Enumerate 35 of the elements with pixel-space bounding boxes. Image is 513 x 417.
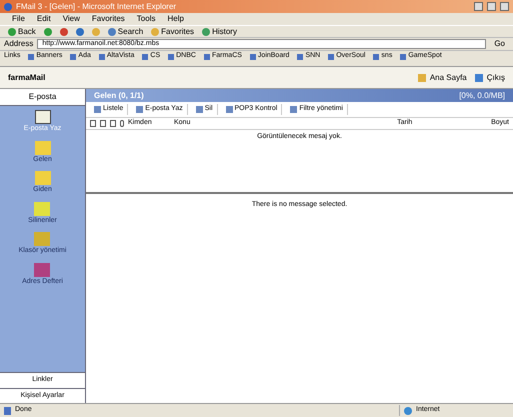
sidebar-header: E-posta — [0, 89, 85, 106]
menu-item[interactable]: Tools — [136, 13, 156, 25]
address-label: Address — [4, 38, 34, 50]
close-icon[interactable] — [500, 2, 509, 11]
menu-item[interactable]: View — [62, 13, 80, 25]
menu-item[interactable]: Help — [167, 13, 184, 25]
page-icon — [98, 54, 105, 60]
favorites-button[interactable]: Favorites — [151, 26, 194, 38]
menu-item[interactable]: Favorites — [92, 13, 125, 25]
page-icon — [204, 54, 210, 60]
menu-item[interactable]: Edit — [36, 13, 51, 25]
page-icon — [70, 54, 76, 60]
maximize-icon[interactable] — [487, 2, 496, 11]
page-icon — [142, 54, 148, 60]
history-button[interactable]: History — [202, 26, 237, 38]
page-icon — [297, 54, 304, 60]
page-icon — [110, 120, 116, 127]
page-icon — [168, 54, 174, 60]
page-icon — [328, 54, 334, 60]
menu-item[interactable]: File — [12, 13, 25, 25]
page-icon — [400, 54, 406, 60]
back-button[interactable]: Back — [8, 26, 36, 38]
folder-title: Gelen (0, 1/1) — [94, 90, 144, 102]
app-brand: farmaMail — [8, 72, 46, 84]
quota-text: [0%, 0.0/MB] — [459, 90, 505, 102]
window-title: FMail 3 - [Gelen] - Microsoft Internet Explorer — [16, 0, 176, 12]
go-button[interactable]: Go — [490, 38, 509, 50]
page-icon — [28, 54, 34, 60]
logout-link[interactable]: Çıkış — [486, 72, 505, 84]
page-icon — [4, 406, 11, 414]
search-button[interactable]: Search — [108, 26, 144, 38]
minimize-icon[interactable] — [474, 2, 483, 11]
page-icon — [250, 54, 256, 60]
page-icon — [373, 54, 380, 60]
home-link[interactable]: Ana Sayfa — [430, 72, 467, 84]
